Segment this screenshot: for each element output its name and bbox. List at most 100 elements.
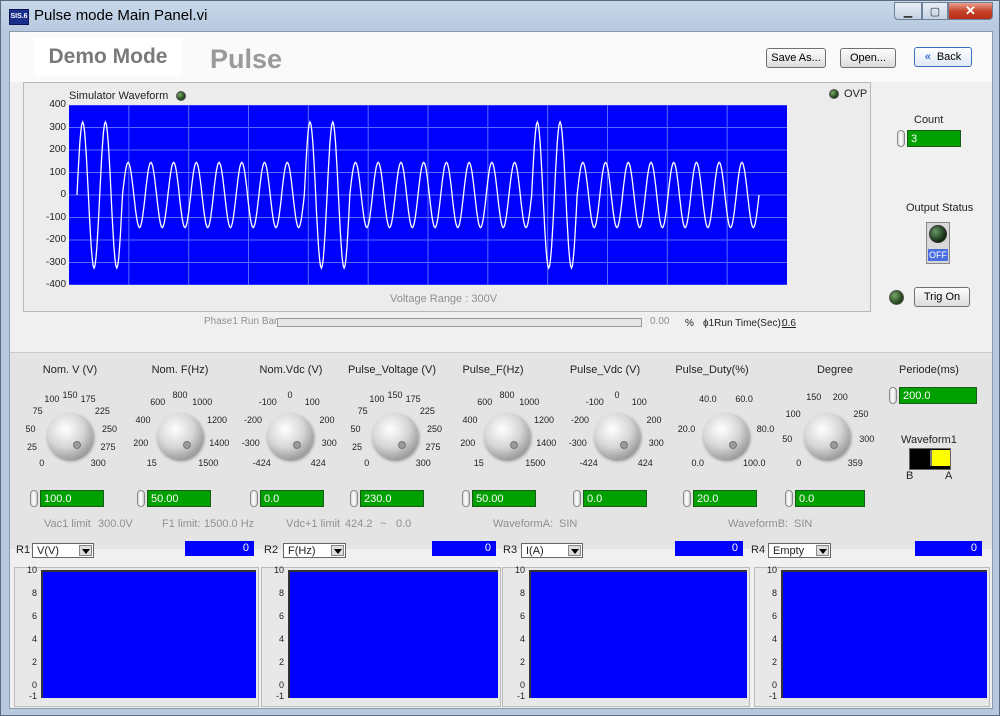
knob-8[interactable] [804, 413, 850, 459]
mini-y-tick-label: 10 [26, 565, 37, 575]
waveform-plot-area[interactable] [69, 105, 787, 285]
run-time-label: ϕ1Run Time(Sec): [703, 318, 784, 329]
count-spinner[interactable] [897, 130, 905, 147]
knob-3[interactable] [267, 413, 313, 459]
knob-value-spinner[interactable] [785, 490, 793, 507]
knob-1[interactable] [47, 413, 93, 459]
readout-plot-area[interactable] [41, 570, 256, 698]
knob-4[interactable] [372, 413, 418, 459]
close-button[interactable]: ✕ [948, 2, 993, 20]
mini-y-tick-label: 2 [771, 656, 777, 667]
knob-value-field[interactable]: 50.00 [147, 490, 211, 507]
phase1-run-bar-label: Phase1 Run Bar [204, 316, 278, 327]
y-tick-label: 200 [49, 144, 66, 155]
save-as-button[interactable]: Save As... [766, 48, 826, 68]
readout-select[interactable]: I(A) [521, 543, 583, 558]
page-title: Pulse [210, 44, 283, 74]
readout-select[interactable]: V(V) [32, 543, 94, 558]
knob-value-field[interactable]: 20.0 [693, 490, 757, 507]
readout-plot-area[interactable] [781, 570, 987, 698]
knob-5[interactable] [484, 413, 530, 459]
knob-value-field[interactable]: 0.0 [583, 490, 647, 507]
minimize-button[interactable]: ▁ [894, 2, 922, 20]
output-status-toggle[interactable]: OFF [926, 222, 950, 264]
chevron-down-icon [79, 545, 92, 556]
knob-tick-label: 275 [425, 442, 441, 453]
knob-value-spinner[interactable] [137, 490, 145, 507]
knob-tick-label: 175 [405, 394, 421, 405]
y-tick-label: 300 [49, 121, 66, 133]
trig-on-button[interactable]: Trig On [914, 287, 970, 307]
knob-pointer [398, 441, 406, 449]
knob-value-field[interactable]: 0.0 [260, 490, 324, 507]
readout-plot-area[interactable] [288, 570, 498, 698]
knob-value-spinner[interactable] [573, 490, 581, 507]
maximize-button[interactable]: ▢ [922, 2, 948, 20]
knob-tick-label: 100 [304, 396, 320, 407]
mini-y-tick-label: 0 [771, 679, 777, 690]
knob-6[interactable] [594, 413, 640, 459]
knob-tick-label: 100 [631, 396, 647, 407]
knob-value-spinner[interactable] [462, 490, 470, 507]
knob-value-spinner[interactable] [250, 490, 258, 507]
readout-value: 0 [432, 541, 496, 556]
count-field[interactable]: 3 [907, 130, 961, 147]
mini-y-tick-label: 8 [31, 587, 37, 598]
close-icon: ✕ [965, 3, 976, 18]
knob-pointer [830, 441, 838, 449]
knob-value-field[interactable]: 50.00 [472, 490, 536, 507]
readout-value: 0 [185, 541, 254, 556]
knob-tick-label: 275 [100, 442, 116, 453]
knob-value-spinner[interactable] [350, 490, 358, 507]
knob-value-spinner[interactable] [30, 490, 38, 507]
knob-value-spinner[interactable] [683, 490, 691, 507]
y-tick-label: 100 [49, 166, 66, 178]
knob-tick-label: 200 [832, 392, 848, 403]
knob-pointer [510, 441, 518, 449]
waveform1-label: Waveform1 [901, 434, 957, 446]
knob-tick-label: -300 [568, 437, 587, 448]
knob-value-field[interactable]: 0.0 [795, 490, 865, 507]
phase1-run-bar [277, 318, 642, 327]
mini-y-tick-label: 2 [519, 656, 525, 667]
periode-field[interactable]: 200.0 [899, 387, 977, 404]
knob-tick-label: 1200 [533, 414, 554, 425]
knob-pointer [729, 441, 737, 449]
knob-2[interactable] [157, 413, 203, 459]
readout-plot-area[interactable] [529, 570, 747, 698]
mini-y-tick-label: 8 [771, 587, 777, 598]
readout-graph: 10 8 6 4 2 0 -1 [14, 565, 259, 707]
knob-tick-label: 75 [32, 406, 43, 417]
knob-tick-label: 50 [350, 423, 361, 434]
mini-y-tick-label: 2 [278, 656, 284, 667]
knob-pointer [293, 441, 301, 449]
back-button[interactable]: « Back [914, 47, 972, 67]
count-label: Count [914, 114, 944, 126]
labview-app-icon: SIS.6 [9, 9, 29, 25]
knob-tick-label: 424 [310, 458, 326, 469]
knob-tick-label: 50 [782, 434, 793, 445]
readout-select[interactable]: F(Hz) [283, 543, 346, 558]
open-button[interactable]: Open... [840, 48, 896, 68]
knob-value-field[interactable]: 230.0 [360, 490, 424, 507]
knob-value-field[interactable]: 100.0 [40, 490, 104, 507]
knob-tick-label: -200 [571, 414, 590, 425]
waveform1-switch[interactable] [909, 448, 951, 470]
knob-label: Nom.Vdc (V) [259, 364, 323, 376]
knob-7[interactable] [703, 413, 749, 459]
knob-tick-label: 1500 [525, 458, 546, 469]
knob-tick-label: 40.0 [699, 394, 717, 405]
knob-tick-label: 300 [859, 434, 875, 445]
trig-led [889, 290, 904, 305]
knob-tick-label: 0 [614, 390, 620, 400]
vdc1-limit-tilde: ~ [380, 518, 387, 530]
periode-spinner[interactable] [889, 387, 897, 404]
knob-label: Nom. F(Hz) [151, 364, 209, 376]
knob-tick-label: 800 [172, 390, 188, 400]
knob-tick-label: 15 [146, 458, 157, 469]
front-panel: Demo Mode Pulse Save As... Open... « Bac… [9, 31, 993, 709]
knob-tick-label: 300 [321, 437, 337, 448]
ovp-led [829, 89, 839, 99]
readout-select[interactable]: Empty [768, 543, 831, 558]
readout-select-value: Empty [773, 545, 805, 557]
